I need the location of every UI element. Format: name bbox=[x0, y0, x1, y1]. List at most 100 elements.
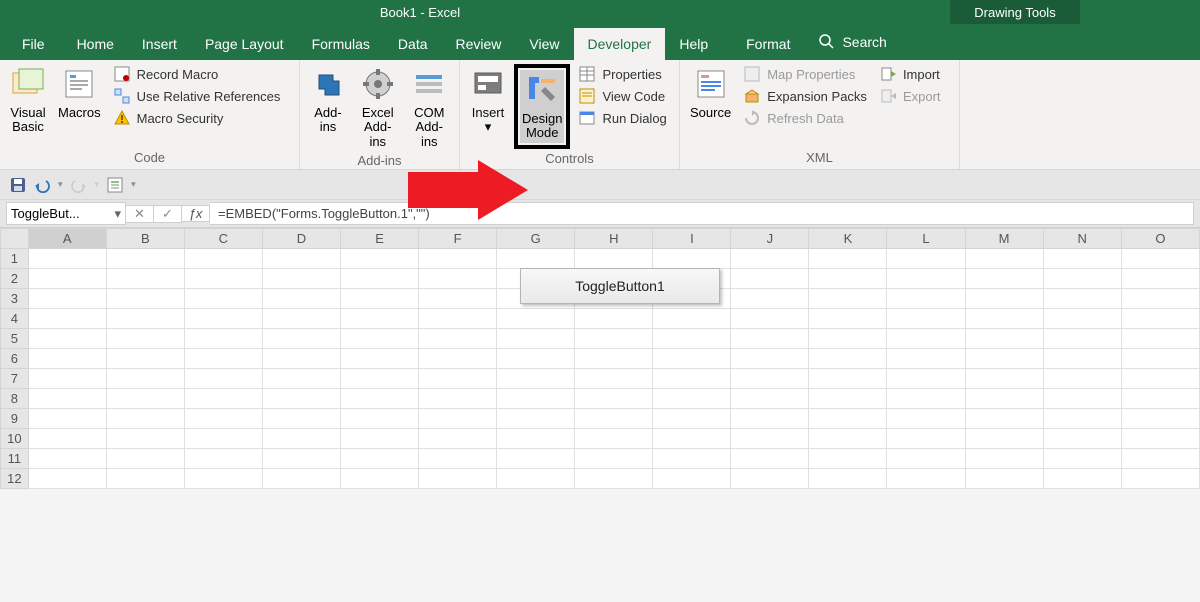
cell[interactable] bbox=[1043, 249, 1121, 269]
cell[interactable] bbox=[184, 469, 262, 489]
cell[interactable] bbox=[106, 289, 184, 309]
cell[interactable] bbox=[965, 249, 1043, 269]
cell[interactable] bbox=[184, 389, 262, 409]
column-header[interactable]: E bbox=[341, 229, 419, 249]
cell[interactable] bbox=[184, 249, 262, 269]
cell[interactable] bbox=[341, 469, 419, 489]
cell[interactable] bbox=[809, 409, 887, 429]
select-all-cell[interactable] bbox=[1, 229, 29, 249]
cell[interactable] bbox=[965, 449, 1043, 469]
undo-button[interactable] bbox=[34, 177, 50, 193]
cell[interactable] bbox=[731, 329, 809, 349]
cell[interactable] bbox=[887, 289, 965, 309]
cell[interactable] bbox=[653, 449, 731, 469]
cell[interactable] bbox=[184, 369, 262, 389]
excel-addins-button[interactable]: Excel Add-ins bbox=[354, 64, 402, 151]
cell[interactable] bbox=[731, 469, 809, 489]
cell[interactable] bbox=[341, 349, 419, 369]
macro-security-button[interactable]: Macro Security bbox=[109, 108, 285, 128]
cell[interactable] bbox=[106, 409, 184, 429]
cell[interactable] bbox=[1121, 469, 1199, 489]
cell[interactable] bbox=[419, 389, 497, 409]
cell[interactable] bbox=[497, 469, 575, 489]
cell[interactable] bbox=[106, 469, 184, 489]
cell[interactable] bbox=[887, 429, 965, 449]
cell[interactable] bbox=[28, 429, 106, 449]
cell[interactable] bbox=[262, 449, 340, 469]
cell[interactable] bbox=[341, 309, 419, 329]
column-header[interactable]: G bbox=[497, 229, 575, 249]
cell[interactable] bbox=[262, 369, 340, 389]
cell[interactable] bbox=[419, 469, 497, 489]
com-addins-button[interactable]: COM Add-ins bbox=[406, 64, 454, 151]
cell[interactable] bbox=[341, 409, 419, 429]
cell[interactable] bbox=[1043, 369, 1121, 389]
cell[interactable] bbox=[731, 429, 809, 449]
cell[interactable] bbox=[28, 309, 106, 329]
cell[interactable] bbox=[184, 309, 262, 329]
cell[interactable] bbox=[809, 309, 887, 329]
cell[interactable] bbox=[106, 349, 184, 369]
row-header[interactable]: 1 bbox=[1, 249, 29, 269]
save-button[interactable] bbox=[10, 177, 26, 193]
cell[interactable] bbox=[262, 409, 340, 429]
visual-basic-button[interactable]: Visual Basic bbox=[6, 64, 50, 137]
name-box[interactable]: ToggleBut... ▾ bbox=[6, 202, 126, 225]
cell[interactable] bbox=[106, 309, 184, 329]
source-button[interactable]: Source bbox=[686, 64, 735, 122]
cell[interactable] bbox=[965, 289, 1043, 309]
cell[interactable] bbox=[965, 469, 1043, 489]
cell[interactable] bbox=[653, 249, 731, 269]
cell[interactable] bbox=[809, 269, 887, 289]
cell[interactable] bbox=[575, 329, 653, 349]
cell[interactable] bbox=[497, 349, 575, 369]
column-header[interactable]: L bbox=[887, 229, 965, 249]
cell[interactable] bbox=[28, 269, 106, 289]
cell[interactable] bbox=[809, 449, 887, 469]
cell[interactable] bbox=[887, 469, 965, 489]
tab-developer[interactable]: Developer bbox=[574, 28, 666, 60]
expansion-packs-button[interactable]: Expansion Packs bbox=[739, 86, 871, 106]
tab-view[interactable]: View bbox=[515, 28, 573, 60]
cell[interactable] bbox=[731, 289, 809, 309]
cell[interactable] bbox=[1121, 389, 1199, 409]
cell[interactable] bbox=[262, 429, 340, 449]
cell[interactable] bbox=[1043, 269, 1121, 289]
row-header[interactable]: 10 bbox=[1, 429, 29, 449]
cell[interactable] bbox=[262, 269, 340, 289]
tab-data[interactable]: Data bbox=[384, 28, 442, 60]
cell[interactable] bbox=[1043, 469, 1121, 489]
cell[interactable] bbox=[262, 349, 340, 369]
row-header[interactable]: 7 bbox=[1, 369, 29, 389]
cell[interactable] bbox=[887, 349, 965, 369]
cell[interactable] bbox=[419, 289, 497, 309]
cell[interactable] bbox=[341, 329, 419, 349]
cell[interactable] bbox=[497, 449, 575, 469]
cell[interactable] bbox=[575, 389, 653, 409]
column-header[interactable]: H bbox=[575, 229, 653, 249]
column-header[interactable]: I bbox=[653, 229, 731, 249]
tab-help[interactable]: Help bbox=[665, 28, 722, 60]
tab-formulas[interactable]: Formulas bbox=[298, 28, 384, 60]
cell[interactable] bbox=[106, 429, 184, 449]
cell[interactable] bbox=[497, 329, 575, 349]
cell[interactable] bbox=[341, 369, 419, 389]
cell[interactable] bbox=[809, 369, 887, 389]
cell[interactable] bbox=[497, 369, 575, 389]
row-header[interactable]: 3 bbox=[1, 289, 29, 309]
cell[interactable] bbox=[731, 309, 809, 329]
cell[interactable] bbox=[1121, 409, 1199, 429]
cell[interactable] bbox=[1043, 349, 1121, 369]
cell[interactable] bbox=[419, 349, 497, 369]
cell[interactable] bbox=[809, 329, 887, 349]
cell[interactable] bbox=[1043, 289, 1121, 309]
cell[interactable] bbox=[575, 469, 653, 489]
cell[interactable] bbox=[184, 409, 262, 429]
cell[interactable] bbox=[653, 369, 731, 389]
row-header[interactable]: 9 bbox=[1, 409, 29, 429]
column-header[interactable]: J bbox=[731, 229, 809, 249]
cell[interactable] bbox=[497, 309, 575, 329]
cell[interactable] bbox=[419, 409, 497, 429]
cell[interactable] bbox=[106, 329, 184, 349]
cell[interactable] bbox=[887, 449, 965, 469]
